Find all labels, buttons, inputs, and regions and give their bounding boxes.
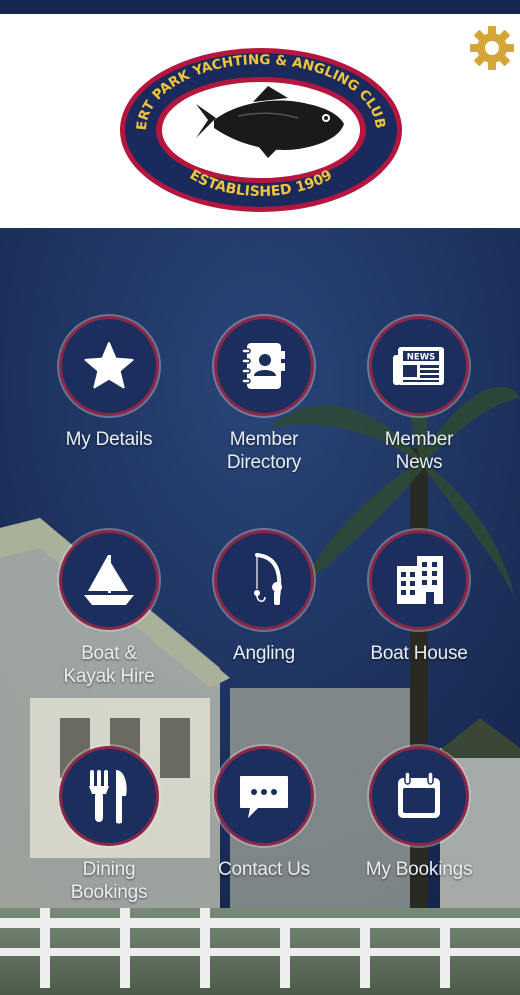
settings-button[interactable] [466, 22, 518, 74]
menu-tile-member-directory[interactable]: Member Directory [184, 316, 344, 474]
cutlery-icon [89, 770, 127, 824]
contact-us-button[interactable] [214, 746, 314, 846]
chat-bubble-icon [240, 776, 288, 818]
menu-tile-dining-bookings[interactable]: Dining Bookings [29, 746, 189, 904]
menu-tile-contact-us[interactable]: Contact Us [184, 746, 344, 881]
top-bar [0, 0, 520, 14]
address-book-icon [241, 343, 285, 389]
gear-icon [470, 26, 514, 70]
fishing-rod-icon [254, 553, 282, 605]
sailboat-icon [84, 555, 134, 605]
member-directory-button[interactable] [214, 316, 314, 416]
calendar-icon [398, 771, 440, 818]
newspaper-icon: NEWS [393, 347, 444, 385]
boat-kayak-hire-button[interactable] [59, 530, 159, 630]
dining-bookings-button[interactable] [59, 746, 159, 846]
svg-text:NEWS: NEWS [407, 353, 435, 363]
tile-label: Member News [384, 429, 454, 473]
tile-label: Angling [233, 643, 295, 664]
tile-label: Contact Us [218, 859, 310, 880]
angling-button[interactable] [214, 530, 314, 630]
building-icon [397, 556, 443, 604]
star-icon [84, 342, 134, 389]
club-logo: ALBERT PARK YACHTING & ANGLING CLUB INC … [112, 34, 404, 214]
main-menu-area: My Details Member Directory NEWS Member … [0, 228, 520, 995]
tile-label: Dining Bookings [70, 859, 148, 903]
tile-label: Member Directory [226, 429, 302, 473]
tile-label: My Details [65, 429, 153, 450]
tile-label: Boat House [370, 643, 468, 664]
my-details-button[interactable] [59, 316, 159, 416]
my-bookings-button[interactable] [369, 746, 469, 846]
menu-tile-my-bookings[interactable]: My Bookings [339, 746, 499, 881]
tile-label: Boat & Kayak Hire [63, 643, 155, 687]
menu-tile-my-details[interactable]: My Details [29, 316, 189, 451]
menu-tile-angling[interactable]: Angling [184, 530, 344, 665]
menu-tile-member-news[interactable]: NEWS Member News [339, 316, 499, 474]
menu-tile-boat-house[interactable]: Boat House [339, 530, 499, 665]
tile-label: My Bookings [365, 859, 473, 880]
menu-tile-boat-kayak-hire[interactable]: Boat & Kayak Hire [29, 530, 189, 688]
boat-house-button[interactable] [369, 530, 469, 630]
member-news-button[interactable]: NEWS [369, 316, 469, 416]
